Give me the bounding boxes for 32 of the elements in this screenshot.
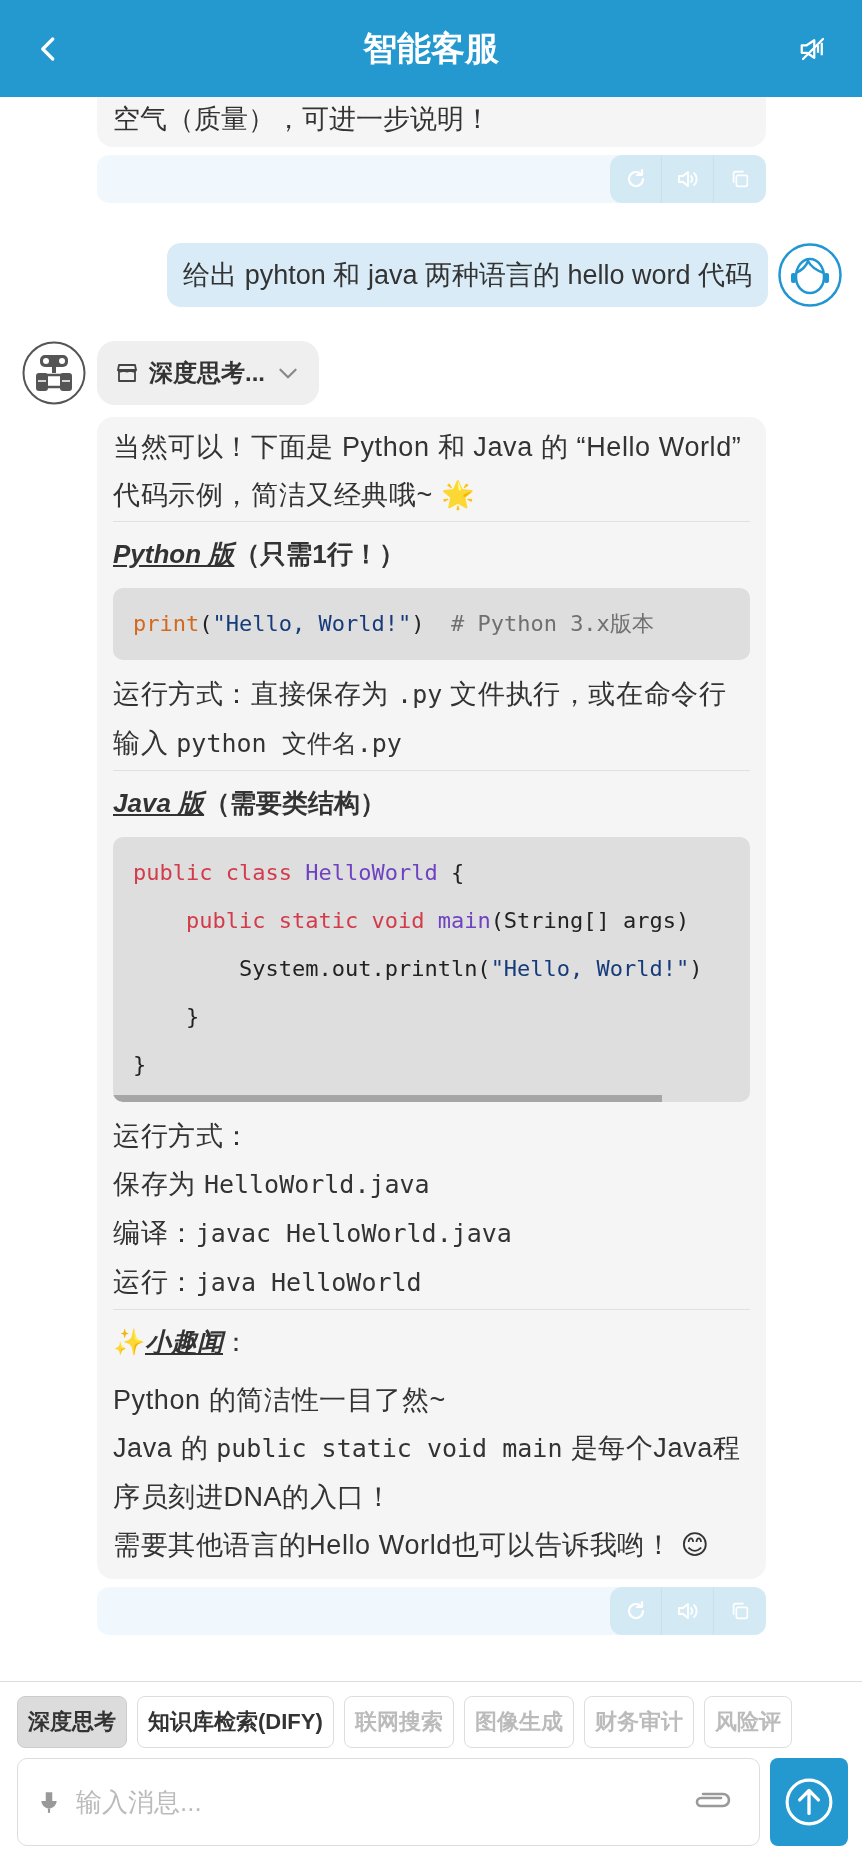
code-line: System.out.println("Hello, World!"): [237, 955, 704, 983]
arrow-up-icon: [784, 1777, 834, 1827]
page-title: 智能客服: [363, 27, 499, 69]
section-heading: ✨小趣闻：: [113, 1326, 250, 1359]
section-heading: Python 版（只需1行！）: [113, 538, 406, 571]
paragraph: 保存为 HelloWorld.java: [113, 1168, 431, 1201]
code-line: }: [184, 1003, 201, 1031]
code-line: public static void main(String[] args): [184, 907, 691, 935]
mode-chip[interactable]: 深度思考: [17, 1696, 127, 1748]
paragraph: Java 的 public static void main 是每个Java程序员刻进DNA的入口！: [113, 1432, 742, 1514]
code-line: public class HelloWorld {: [133, 859, 466, 887]
paragraph: 需要其他语言的Hello World也可以告诉我哟！ 😊: [113, 1529, 711, 1562]
code-line: print("Hello, World!") # Python 3.x版本: [133, 610, 655, 638]
mode-dropdown[interactable]: 深度思考...: [97, 341, 319, 405]
user-avatar-icon: [778, 243, 842, 307]
code-line: }: [133, 1051, 148, 1079]
paragraph: 当然可以！下面是 Python 和 Java 的 “Hello World” 代码示例，简洁又经典哦~ 🌟: [113, 431, 743, 513]
message-text: 给出 pyhton 和 java 两种语言的 hello word 代码: [183, 260, 752, 290]
section-heading: Java 版（需要类结构）: [113, 787, 388, 820]
scrollbar[interactable]: [113, 1095, 663, 1102]
store-icon: [115, 361, 139, 385]
mode-chip[interactable]: 知识库检索(DIFY): [137, 1696, 334, 1748]
paragraph: 运行方式：: [113, 1120, 252, 1153]
paragraph: 编译：javac HelloWorld.java: [113, 1217, 513, 1250]
robot-avatar-icon: [22, 341, 86, 405]
paragraph: 运行方式：直接保存为 .py 文件执行，或在命令行输入 python 文件名.py: [113, 678, 728, 760]
send-button[interactable]: [770, 1758, 848, 1846]
paragraph: Python 的简洁性一目了然~: [113, 1384, 447, 1417]
message-field[interactable]: 输入消息...: [17, 1758, 760, 1846]
message-input[interactable]: 输入消息...: [74, 1785, 679, 1819]
message-text: 空气（质量），可进一步说明！: [113, 104, 491, 134]
paragraph: 运行：java HelloWorld: [113, 1266, 423, 1299]
